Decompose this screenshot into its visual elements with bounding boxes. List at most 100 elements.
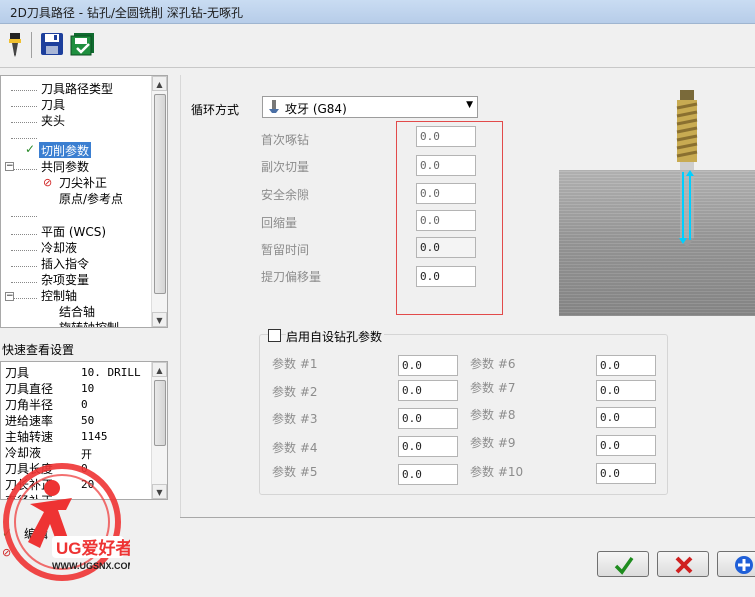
plus-icon bbox=[735, 556, 753, 574]
param3-field[interactable]: 0.0 bbox=[398, 408, 458, 429]
scroll-thumb[interactable] bbox=[154, 380, 166, 446]
quickview-scrollbar[interactable]: ▲ ▼ bbox=[151, 362, 167, 499]
qv-key: 刀具直径 bbox=[5, 382, 54, 396]
tree-connector bbox=[11, 106, 37, 107]
tree-item-common-params[interactable]: 共同参数 bbox=[41, 158, 89, 174]
param10-field[interactable]: 0.0 bbox=[596, 463, 656, 484]
tree-item-misc-values[interactable]: 杂项变量 bbox=[41, 271, 89, 287]
tree-item-origin[interactable]: 原点/参考点 bbox=[59, 190, 123, 206]
param2-field[interactable]: 0.0 bbox=[398, 380, 458, 401]
param5-field[interactable]: 0.0 bbox=[398, 464, 458, 485]
param-label: 参数 #2 bbox=[272, 385, 318, 399]
tree-connector bbox=[11, 234, 37, 235]
tree-item-plane[interactable]: 平面 (WCS) bbox=[41, 223, 106, 239]
param1-field[interactable]: 0.0 bbox=[398, 355, 458, 376]
qv-key: 刀角半径 bbox=[5, 398, 54, 412]
save-icon[interactable] bbox=[40, 32, 64, 56]
clearance-field[interactable]: 0.0 bbox=[416, 183, 476, 204]
watermark-url: WWW.UGSNX.COM bbox=[52, 561, 130, 571]
toolbar-separator bbox=[31, 32, 32, 58]
sub-peck-field[interactable]: 0.0 bbox=[416, 155, 476, 176]
metal-texture bbox=[559, 170, 755, 316]
qv-value: 10. DRILL bbox=[81, 366, 141, 379]
check-icon: ✓ bbox=[25, 142, 36, 156]
param9-field[interactable]: 0.0 bbox=[596, 435, 656, 456]
cycle-value: 攻牙 (G84) bbox=[285, 102, 347, 116]
ok-button[interactable] bbox=[597, 551, 649, 577]
first-peck-field[interactable]: 0.0 bbox=[416, 126, 476, 147]
tree-item-toolpath-type[interactable]: 刀具路径类型 bbox=[41, 80, 113, 96]
param-label: 参数 #6 bbox=[470, 357, 516, 371]
param-label: 首次啄钻 bbox=[261, 133, 310, 147]
tree-item-holder[interactable]: 夹头 bbox=[41, 112, 65, 128]
tree-connector bbox=[11, 266, 37, 267]
dwell-field[interactable]: 0.0 bbox=[416, 237, 476, 258]
tree-connector bbox=[11, 169, 37, 170]
scroll-thumb[interactable] bbox=[154, 94, 166, 294]
tree-connector bbox=[11, 138, 37, 139]
tap-preview-image bbox=[559, 170, 755, 316]
tree-item-axis-control[interactable]: 控制轴 bbox=[41, 287, 77, 303]
watermark-logo: UG爱好者 WWW.UGSNX.COM bbox=[0, 458, 135, 583]
toolbar bbox=[0, 24, 755, 68]
save-all-icon[interactable] bbox=[70, 32, 94, 56]
cancel-button[interactable] bbox=[657, 551, 709, 577]
param-label: 暂留时间 bbox=[261, 243, 310, 257]
chevron-down-icon[interactable]: ▼ bbox=[466, 100, 473, 110]
param-label: 安全余隙 bbox=[261, 188, 310, 202]
scroll-down-icon[interactable]: ▼ bbox=[152, 484, 167, 499]
title-bar: 2D刀具路径 - 钻孔/全圆铣削 深孔钻-无啄孔 bbox=[0, 0, 755, 24]
tree-item-rotary-axis[interactable]: 旋转轴控制 bbox=[59, 319, 119, 327]
qv-value: 1145 bbox=[81, 430, 108, 443]
tap-icon bbox=[267, 100, 281, 117]
retract-field[interactable]: 0.0 bbox=[416, 210, 476, 231]
param-label: 提刀偏移量 bbox=[261, 270, 322, 284]
tree-item-tool[interactable]: 刀具 bbox=[41, 96, 65, 112]
tap-tool-icon bbox=[676, 90, 698, 248]
param8-field[interactable]: 0.0 bbox=[596, 407, 656, 428]
param-label: 参数 #5 bbox=[272, 465, 318, 479]
param-label: 副次切量 bbox=[261, 160, 310, 174]
collapse-icon[interactable]: − bbox=[5, 292, 14, 301]
tree-scrollbar[interactable]: ▲ ▼ bbox=[151, 76, 167, 327]
param7-field[interactable]: 0.0 bbox=[596, 380, 656, 401]
param-label: 参数 #3 bbox=[272, 412, 318, 426]
param-label: 参数 #7 bbox=[470, 381, 516, 395]
add-button[interactable] bbox=[717, 551, 755, 577]
custom-params-checkbox[interactable] bbox=[268, 329, 281, 342]
tree-item-cut-params[interactable]: 切削参数 bbox=[39, 142, 92, 158]
qv-value: 0 bbox=[81, 398, 88, 411]
footer-divider bbox=[180, 517, 755, 518]
param6-field[interactable]: 0.0 bbox=[596, 355, 656, 376]
window-title: 2D刀具路径 - 钻孔/全圆铣削 深孔钻-无啄孔 bbox=[10, 6, 244, 20]
cycle-label: 循环方式 bbox=[191, 103, 240, 117]
param-label: 参数 #8 bbox=[470, 408, 516, 422]
tree-item-tip-comp[interactable]: 刀尖补正 bbox=[59, 174, 107, 190]
param-label: 参数 #9 bbox=[470, 436, 516, 450]
tree-connector bbox=[11, 122, 37, 123]
tool-icon[interactable] bbox=[4, 32, 28, 57]
scroll-up-icon[interactable]: ▲ bbox=[152, 362, 167, 377]
tree-item-canned-text[interactable]: 插入指令 bbox=[41, 255, 89, 271]
tree-connector bbox=[11, 282, 37, 283]
tree-connector bbox=[11, 90, 37, 91]
cycle-select[interactable]: 攻牙 (G84) ▼ bbox=[262, 96, 478, 118]
qv-key: 主轴转速 bbox=[5, 430, 54, 444]
error-icon: ⊘ bbox=[43, 176, 53, 189]
tree-item-coolant[interactable]: 冷却液 bbox=[41, 239, 77, 255]
scroll-up-icon[interactable]: ▲ bbox=[152, 76, 167, 91]
param-label: 回缩量 bbox=[261, 216, 298, 230]
shift-field[interactable]: 0.0 bbox=[416, 266, 476, 287]
navigation-tree: 刀具路径类型 刀具 夹头 ✓ 切削参数 − 共同参数 ⊘ 刀尖补正 原点/参考点… bbox=[0, 75, 168, 328]
close-icon bbox=[675, 556, 693, 574]
param4-field[interactable]: 0.0 bbox=[398, 436, 458, 457]
custom-params-label[interactable]: 启用自设钻孔参数 bbox=[286, 328, 385, 345]
watermark-brand: UG爱好者 bbox=[56, 538, 130, 558]
collapse-icon[interactable]: − bbox=[5, 162, 14, 171]
quickview-title: 快速查看设置 bbox=[2, 343, 75, 357]
tree-item-axis-combo[interactable]: 结合轴 bbox=[59, 303, 95, 319]
qv-value: 50 bbox=[81, 414, 95, 427]
param-label: 参数 #10 bbox=[470, 465, 524, 479]
tree-connector bbox=[11, 216, 37, 217]
scroll-down-icon[interactable]: ▼ bbox=[152, 312, 167, 327]
